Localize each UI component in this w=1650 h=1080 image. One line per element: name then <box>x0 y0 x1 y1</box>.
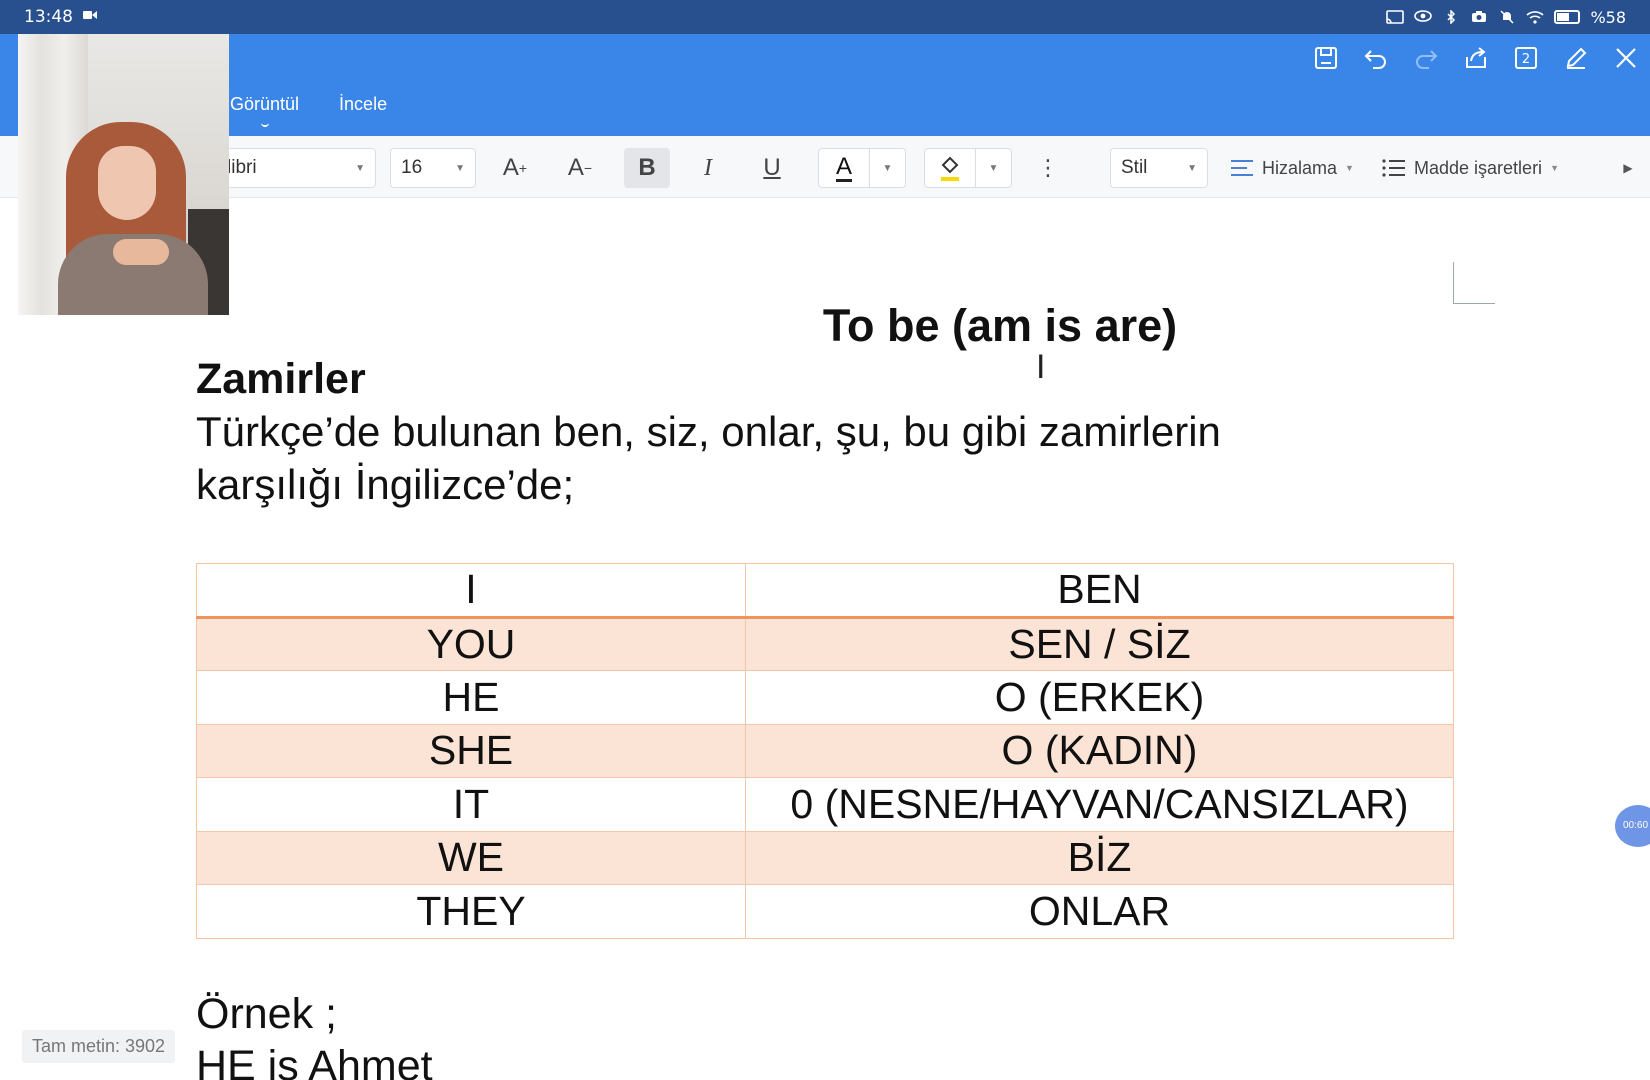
table-cell[interactable]: SHE <box>196 723 746 778</box>
bluetooth-icon <box>1442 9 1460 25</box>
table-cell[interactable]: ONLAR <box>745 884 1454 939</box>
close-icon[interactable] <box>1610 42 1642 74</box>
style-label: Stil <box>1121 157 1148 178</box>
bullets-label: Madde işaretleri <box>1414 157 1543 178</box>
bullets-button[interactable]: Madde işaretleri ▼ <box>1382 148 1559 188</box>
table-cell[interactable]: HE <box>196 670 746 725</box>
ribbon-tabs: Görüntül İncele <box>230 94 387 127</box>
align-button[interactable]: Hizalama ▼ <box>1230 148 1354 188</box>
pronoun-table[interactable]: I BEN YOU SEN / SİZ HE O (ERKEK) SHE O (… <box>196 563 1454 939</box>
font-color-button[interactable]: A <box>819 149 869 187</box>
table-cell[interactable]: SEN / SİZ <box>745 616 1454 671</box>
table-row: THEY ONLAR <box>196 884 1454 939</box>
save-icon[interactable] <box>1310 42 1342 74</box>
decrease-font-button[interactable]: A − <box>560 148 600 188</box>
page-corner-mark <box>1453 262 1495 304</box>
eye-icon <box>1414 10 1433 24</box>
font-size-select[interactable]: 16 ▼ <box>390 148 476 188</box>
table-cell[interactable]: WE <box>196 830 746 885</box>
table-row: HE O (ERKEK) <box>196 670 1454 725</box>
more-options-icon[interactable]: ⋮ <box>1028 148 1068 188</box>
highlight-group[interactable]: ▼ <box>924 148 1012 188</box>
text-cursor-icon: I <box>1036 348 1046 386</box>
wifi-icon <box>1526 10 1544 24</box>
font-family-select[interactable]: libri ▼ <box>216 148 376 188</box>
camera-icon <box>1470 10 1488 24</box>
battery-percent: %58 <box>1590 7 1626 27</box>
underline-button[interactable]: U <box>752 148 792 188</box>
table-row: IT 0 (NESNE/HAYVAN/CANSIZLAR) <box>196 777 1454 832</box>
header-actions: 2 <box>1310 42 1642 74</box>
table-cell[interactable]: I <box>196 563 746 619</box>
toolbar-scroll-right-icon[interactable]: ▶ <box>1608 148 1648 188</box>
table-row: WE BİZ <box>196 830 1454 885</box>
table-row: YOU SEN / SİZ <box>196 616 1454 671</box>
chevron-down-icon: ▼ <box>1187 162 1197 174</box>
video-record-icon <box>81 10 99 24</box>
document-title[interactable]: To be (am is are) <box>0 300 1650 352</box>
status-bar: 13:48 %58 <box>0 0 1650 34</box>
bullet-list-icon <box>1382 159 1405 177</box>
body-paragraph[interactable]: Türkçe’de bulunan ben, siz, onlar, şu, b… <box>196 405 1356 511</box>
font-family-value: libri <box>227 157 257 178</box>
table-cell[interactable]: IT <box>196 777 746 832</box>
table-row: I BEN <box>196 563 1454 619</box>
page-count-icon[interactable]: 2 <box>1510 42 1542 74</box>
font-color-icon: A <box>835 152 852 182</box>
font-size-value: 16 <box>401 157 423 178</box>
battery-icon <box>1554 10 1581 24</box>
table-cell[interactable]: O (ERKEK) <box>745 670 1454 725</box>
document-title-text: To be (am is are) <box>822 300 1178 351</box>
section-heading[interactable]: Zamirler <box>196 355 366 404</box>
tab-view[interactable]: Görüntül <box>230 94 299 127</box>
decrease-font-icon: A <box>567 154 584 181</box>
table-row: SHE O (KADIN) <box>196 723 1454 778</box>
italic-button[interactable]: I <box>688 148 728 188</box>
share-icon[interactable] <box>1460 42 1492 74</box>
table-cell[interactable]: BİZ <box>745 830 1454 885</box>
chevron-down-icon: ▼ <box>355 162 365 174</box>
redo-icon[interactable] <box>1410 42 1442 74</box>
chevron-down-icon: ▼ <box>1345 163 1354 173</box>
edit-icon[interactable] <box>1560 42 1592 74</box>
table-cell[interactable]: YOU <box>196 616 746 671</box>
example-line[interactable]: HE is Ahmet <box>196 1042 433 1080</box>
increase-font-button[interactable]: A + <box>495 148 535 188</box>
undo-icon[interactable] <box>1360 42 1392 74</box>
highlight-icon <box>941 156 959 181</box>
font-color-dropdown[interactable]: ▼ <box>869 149 905 187</box>
status-time: 13:48 <box>24 7 73 27</box>
format-toolbar: ▾ libri ▼ 16 ▼ A+ A− B I U A ▼ ▼ ⋮ Stil … <box>0 136 1650 198</box>
table-cell[interactable]: O (KADIN) <box>745 723 1454 778</box>
example-label[interactable]: Örnek ; <box>196 990 337 1039</box>
tab-review[interactable]: İncele <box>339 94 387 119</box>
app-header: Görüntül İncele 2 <box>0 34 1650 136</box>
presenter-hands <box>113 239 169 265</box>
highlight-dropdown[interactable]: ▼ <box>975 149 1011 187</box>
style-select[interactable]: Stil ▼ <box>1110 148 1208 188</box>
presenter-face <box>98 146 156 220</box>
table-cell[interactable]: THEY <box>196 884 746 939</box>
webcam-overlay[interactable] <box>18 34 229 315</box>
table-cell[interactable]: BEN <box>745 563 1454 619</box>
font-color-group[interactable]: A ▼ <box>818 148 906 188</box>
increase-font-icon: A <box>502 154 519 181</box>
mute-icon <box>1498 10 1516 24</box>
word-count-badge: Tam metin: 3902 <box>22 1030 176 1063</box>
floating-timer-bubble[interactable]: 00:60 <box>1615 805 1650 847</box>
svg-text:2: 2 <box>1522 52 1530 67</box>
align-icon <box>1231 160 1253 176</box>
table-cell[interactable]: 0 (NESNE/HAYVAN/CANSIZLAR) <box>745 777 1454 832</box>
bold-button[interactable]: B <box>624 148 670 188</box>
highlight-button[interactable] <box>925 149 975 187</box>
chevron-down-icon: ▼ <box>1550 163 1559 173</box>
cast-icon <box>1386 10 1405 24</box>
align-label: Hizalama <box>1262 157 1338 178</box>
chevron-down-icon: ▼ <box>455 162 465 174</box>
